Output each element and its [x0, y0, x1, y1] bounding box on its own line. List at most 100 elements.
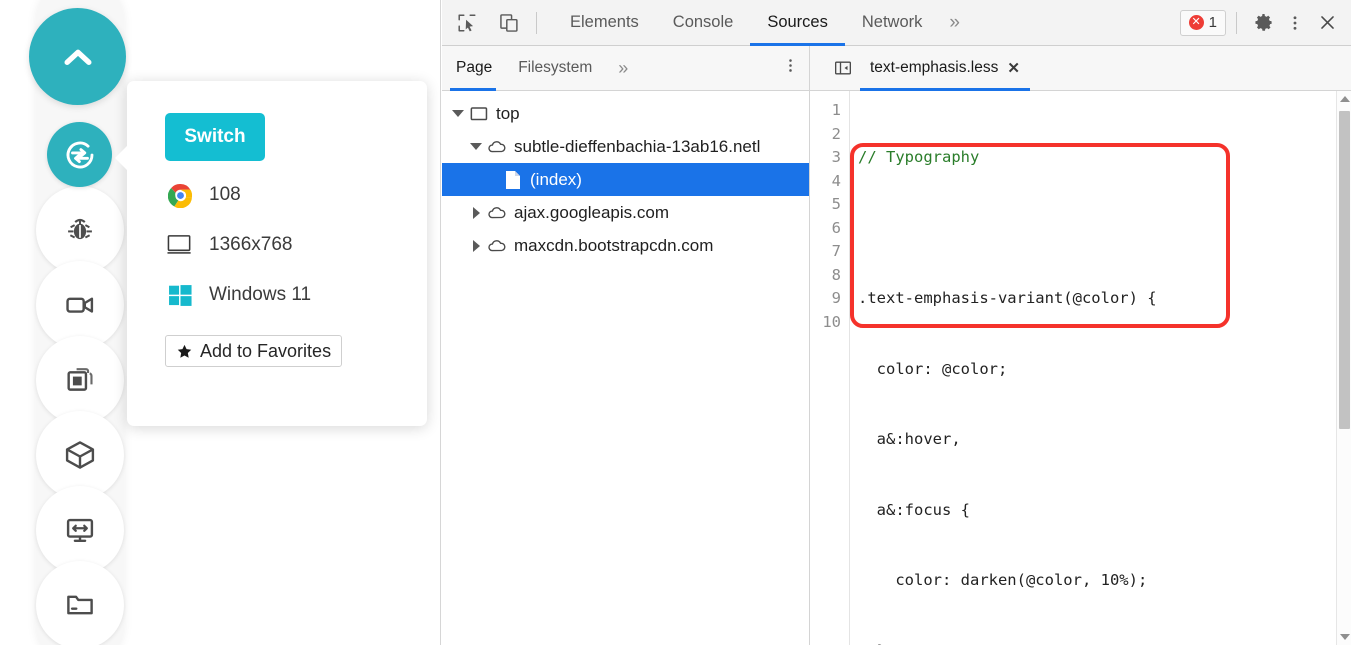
add-to-favorites-label: Add to Favorites [200, 340, 332, 361]
more-vertical-icon [789, 59, 792, 72]
sources-subheader: Page Filesystem » text-emphasis.less ✕ [442, 45, 1351, 91]
gear-icon [1254, 14, 1272, 31]
editor-file-tab[interactable]: text-emphasis.less ✕ [860, 45, 1030, 91]
info-row-browser: 108 [165, 179, 427, 211]
device-toolbar-icon [500, 13, 518, 32]
close-icon [1320, 16, 1334, 29]
toolbar-item-files[interactable] [36, 561, 124, 645]
cloud-icon [484, 205, 510, 220]
scrollbar-thumb[interactable] [1339, 111, 1350, 429]
devtools-toolbar-right: ✕ 1 [1179, 7, 1351, 39]
line-number: 5 [831, 195, 841, 213]
line-number: 8 [831, 265, 841, 284]
resolution-label: 1366x768 [209, 234, 293, 255]
switch-button[interactable]: Switch [165, 113, 265, 161]
folder-icon [67, 595, 93, 615]
show-navigator-button[interactable] [826, 53, 860, 83]
browser-version-label: 108 [209, 184, 241, 205]
code-line: a&:focus { [858, 500, 970, 519]
tab-network[interactable]: Network [845, 0, 940, 46]
screenshot-root: Switch 108 1366x768 Windows 11 Add to Fa… [0, 0, 1351, 645]
line-number: 4 [831, 171, 841, 190]
tab-console[interactable]: Console [656, 0, 751, 46]
line-number: 1 [831, 101, 841, 119]
more-vertical-icon [1293, 15, 1297, 30]
device-info-popup: Switch 108 1366x768 Windows 11 Add to Fa… [115, 81, 427, 426]
monitor-icon [165, 234, 195, 256]
code-line: } [858, 640, 1351, 645]
tree-label: subtle-dieffenbachia-13ab16.netl [514, 136, 761, 156]
info-row-resolution: 1366x768 [165, 229, 427, 261]
file-navigator-tree: top subtle-dieffenbachia-13ab16.netl (in… [442, 91, 810, 645]
sources-body: top subtle-dieffenbachia-13ab16.netl (in… [442, 91, 1351, 645]
chevron-down-icon[interactable] [468, 143, 484, 150]
chrome-icon [165, 183, 195, 208]
toolbar-divider-2 [1236, 11, 1237, 34]
tree-row-top[interactable]: top [442, 97, 809, 130]
line-number: 9 [831, 289, 841, 307]
inspect-element-button[interactable] [450, 8, 484, 38]
devtools-panel: Elements Console Sources Network » ✕ 1 P… [442, 0, 1351, 645]
navigator-menu-button[interactable] [782, 57, 799, 79]
code-line: a&:hover, [858, 430, 961, 448]
toolbar-item-switch-browser[interactable] [47, 122, 112, 187]
close-icon[interactable]: ✕ [1007, 59, 1020, 77]
frame-icon [466, 106, 492, 122]
tree-label: (index) [530, 169, 582, 189]
collapse-toolbar-button[interactable] [29, 8, 126, 105]
chevron-right-icon[interactable] [468, 239, 484, 252]
star-icon [177, 344, 192, 358]
line-number-gutter: 1 2 3 4 5 6 7 8 9 10 [810, 91, 850, 645]
cloud-icon [484, 139, 510, 154]
switch-browser-icon [66, 141, 93, 168]
tab-sources[interactable]: Sources [750, 0, 845, 46]
chevron-up-icon [64, 49, 92, 65]
code-line: .text-emphasis-variant(@color) { [858, 289, 1157, 307]
web-page-area: Switch 108 1366x768 Windows 11 Add to Fa… [0, 0, 441, 645]
scroll-down-button[interactable] [1337, 629, 1351, 645]
code-editor[interactable]: 1 2 3 4 5 6 7 8 9 10 // Typography .text… [810, 91, 1351, 645]
chevron-right-icon[interactable] [468, 206, 484, 219]
navigator-tab-filesystem[interactable]: Filesystem [504, 46, 604, 91]
document-icon [500, 170, 526, 190]
line-number: 2 [831, 124, 841, 143]
devtools-menu-button[interactable] [1279, 7, 1311, 39]
error-count-label: 1 [1208, 14, 1217, 31]
devtools-toolbar: Elements Console Sources Network » ✕ 1 [442, 0, 1351, 46]
line-number: 3 [831, 148, 841, 166]
editor-vertical-scrollbar[interactable] [1336, 91, 1351, 645]
info-row-os: Windows 11 [165, 279, 427, 311]
line-number: 10 [822, 312, 841, 331]
error-badge[interactable]: ✕ 1 [1179, 9, 1226, 36]
video-camera-icon [66, 297, 94, 313]
editor-header: text-emphasis.less ✕ [810, 45, 1351, 91]
code-line: color: @color; [858, 359, 1008, 378]
devtools-tab-list: Elements Console Sources Network » [553, 0, 970, 46]
device-toolbar-button[interactable] [492, 8, 526, 38]
settings-button[interactable] [1247, 7, 1279, 39]
tree-row-index[interactable]: (index) [442, 163, 809, 196]
show-navigator-icon [835, 61, 852, 75]
toolbar-divider [536, 11, 537, 34]
scroll-up-button[interactable] [1337, 91, 1351, 107]
navigator-overflow-icon[interactable]: » [604, 46, 640, 91]
navigator-header: Page Filesystem » [442, 46, 810, 91]
inspect-element-icon [458, 13, 476, 32]
tree-label: maxcdn.bootstrapcdn.com [514, 235, 714, 255]
tree-row-googleapis[interactable]: ajax.googleapis.com [442, 196, 809, 229]
tabs-overflow-icon[interactable]: » [939, 12, 970, 34]
close-devtools-button[interactable] [1311, 7, 1343, 39]
tree-label: top [496, 103, 520, 123]
add-to-favorites-button[interactable]: Add to Favorites [165, 335, 343, 367]
code-line: color: darken(@color, 10%); [858, 571, 1148, 589]
screenshot-layers-icon [67, 368, 93, 391]
tree-row-bootstrapcdn[interactable]: maxcdn.bootstrapcdn.com [442, 229, 809, 262]
cube-icon [65, 441, 95, 469]
chevron-down-icon[interactable] [450, 110, 466, 117]
code-content[interactable]: // Typography .text-emphasis-variant(@co… [850, 91, 1351, 645]
tree-row-domain[interactable]: subtle-dieffenbachia-13ab16.netl [442, 130, 809, 163]
navigator-tab-page[interactable]: Page [442, 46, 504, 91]
tree-label: ajax.googleapis.com [514, 202, 669, 222]
os-label: Windows 11 [209, 284, 312, 305]
tab-elements[interactable]: Elements [553, 0, 656, 46]
